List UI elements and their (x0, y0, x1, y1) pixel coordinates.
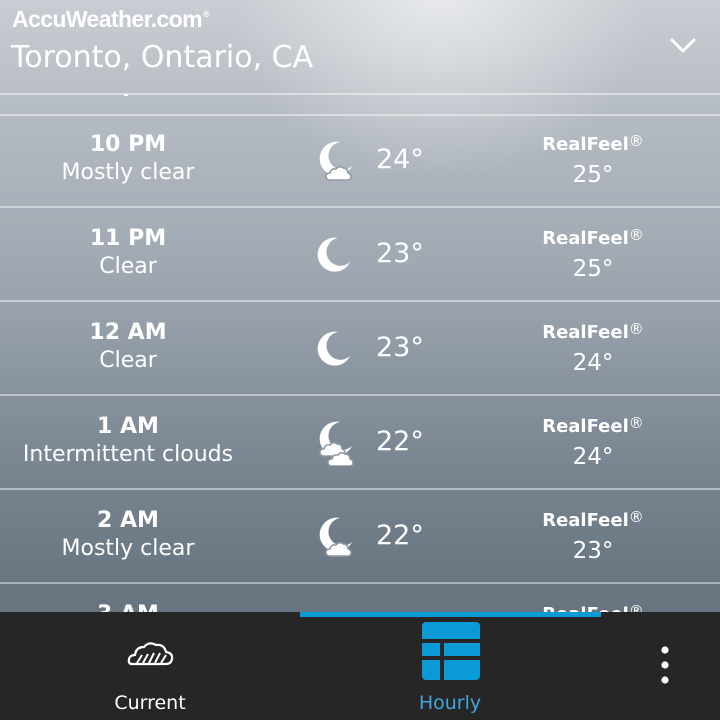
bottom-nav: Current Hourly (0, 612, 720, 720)
tab-hourly-label: Hourly (418, 692, 482, 714)
list-item[interactable]: 1 AM Intermittent clouds 22° RealFeel® 24° (0, 396, 720, 490)
list-item[interactable]: 3 AM RealFeel® (0, 584, 720, 612)
hour-condition: Mostly clear (61, 160, 195, 185)
header: AccuWeather.com® Toronto, Ontario, CA (0, 0, 720, 95)
hour-time: 1 AM (97, 414, 159, 439)
list-item[interactable]: 10 PM Mostly clear 24° RealFeel® 25° (0, 114, 720, 208)
hour-time: 3 AM (0, 602, 256, 612)
realfeel-value: 24° (572, 350, 614, 376)
cloud-rain-icon (127, 642, 174, 666)
list-item[interactable]: 12 AM Clear 23° RealFeel® 24° (0, 302, 720, 396)
hour-time: 2 AM (97, 508, 159, 533)
hour-temperature: 22° (376, 426, 424, 457)
realfeel-value: 24° (572, 444, 614, 470)
realfeel-value: 25° (572, 256, 614, 282)
header-divider (0, 93, 720, 95)
brand-logo: AccuWeather.com® (12, 6, 210, 32)
moon-icon (317, 237, 350, 272)
hourly-list-icon (422, 622, 480, 680)
realfeel-value: 25° (572, 162, 614, 188)
moon-clouds-icon (319, 421, 354, 466)
hour-time: 11 PM (89, 226, 167, 251)
accuweather-app: AccuWeather.com® Toronto, Ontario, CA 10… (0, 0, 720, 720)
realfeel-label: RealFeel® (542, 132, 644, 155)
hour-condition: Intermittent clouds (22, 442, 234, 467)
realfeel-label: RealFeel® (542, 226, 644, 249)
moon-cloud-icon (319, 141, 352, 181)
realfeel-value: 23° (572, 538, 614, 564)
realfeel-label: RealFeel® (542, 602, 644, 612)
hour-temperature: 22° (376, 520, 424, 551)
moon-icon (317, 331, 350, 366)
chevron-down-icon[interactable] (668, 32, 698, 58)
tab-current-label: Current (114, 692, 186, 714)
realfeel-label: RealFeel® (542, 414, 644, 437)
hourly-list[interactable]: 10 PM Mostly clear 24° RealFeel® 25° 11 PM Cle… (0, 94, 720, 612)
hour-condition: Clear (99, 254, 157, 279)
more-options-icon[interactable] (650, 642, 680, 688)
list-item[interactable]: 2 AM Mostly clear 22° RealFeel® 23° (0, 490, 720, 584)
hour-condition: Mostly clear (61, 536, 195, 561)
hour-temperature: 23° (376, 332, 424, 363)
tab-current[interactable]: Current (0, 612, 300, 720)
list-item[interactable]: 11 PM Clear 23° RealFeel® 25° (0, 208, 720, 302)
location-title: Toronto, Ontario, CA (11, 40, 314, 75)
hour-condition: Clear (99, 348, 157, 373)
realfeel-label: RealFeel® (542, 320, 644, 343)
moon-cloud-icon (319, 517, 352, 557)
hour-time: 10 PM (89, 132, 167, 157)
hour-time: 12 AM (89, 320, 167, 345)
hour-temperature: 24° (376, 144, 424, 175)
hour-temperature: 23° (376, 238, 424, 269)
list-item-partial (0, 94, 720, 116)
realfeel-label: RealFeel® (542, 508, 644, 531)
